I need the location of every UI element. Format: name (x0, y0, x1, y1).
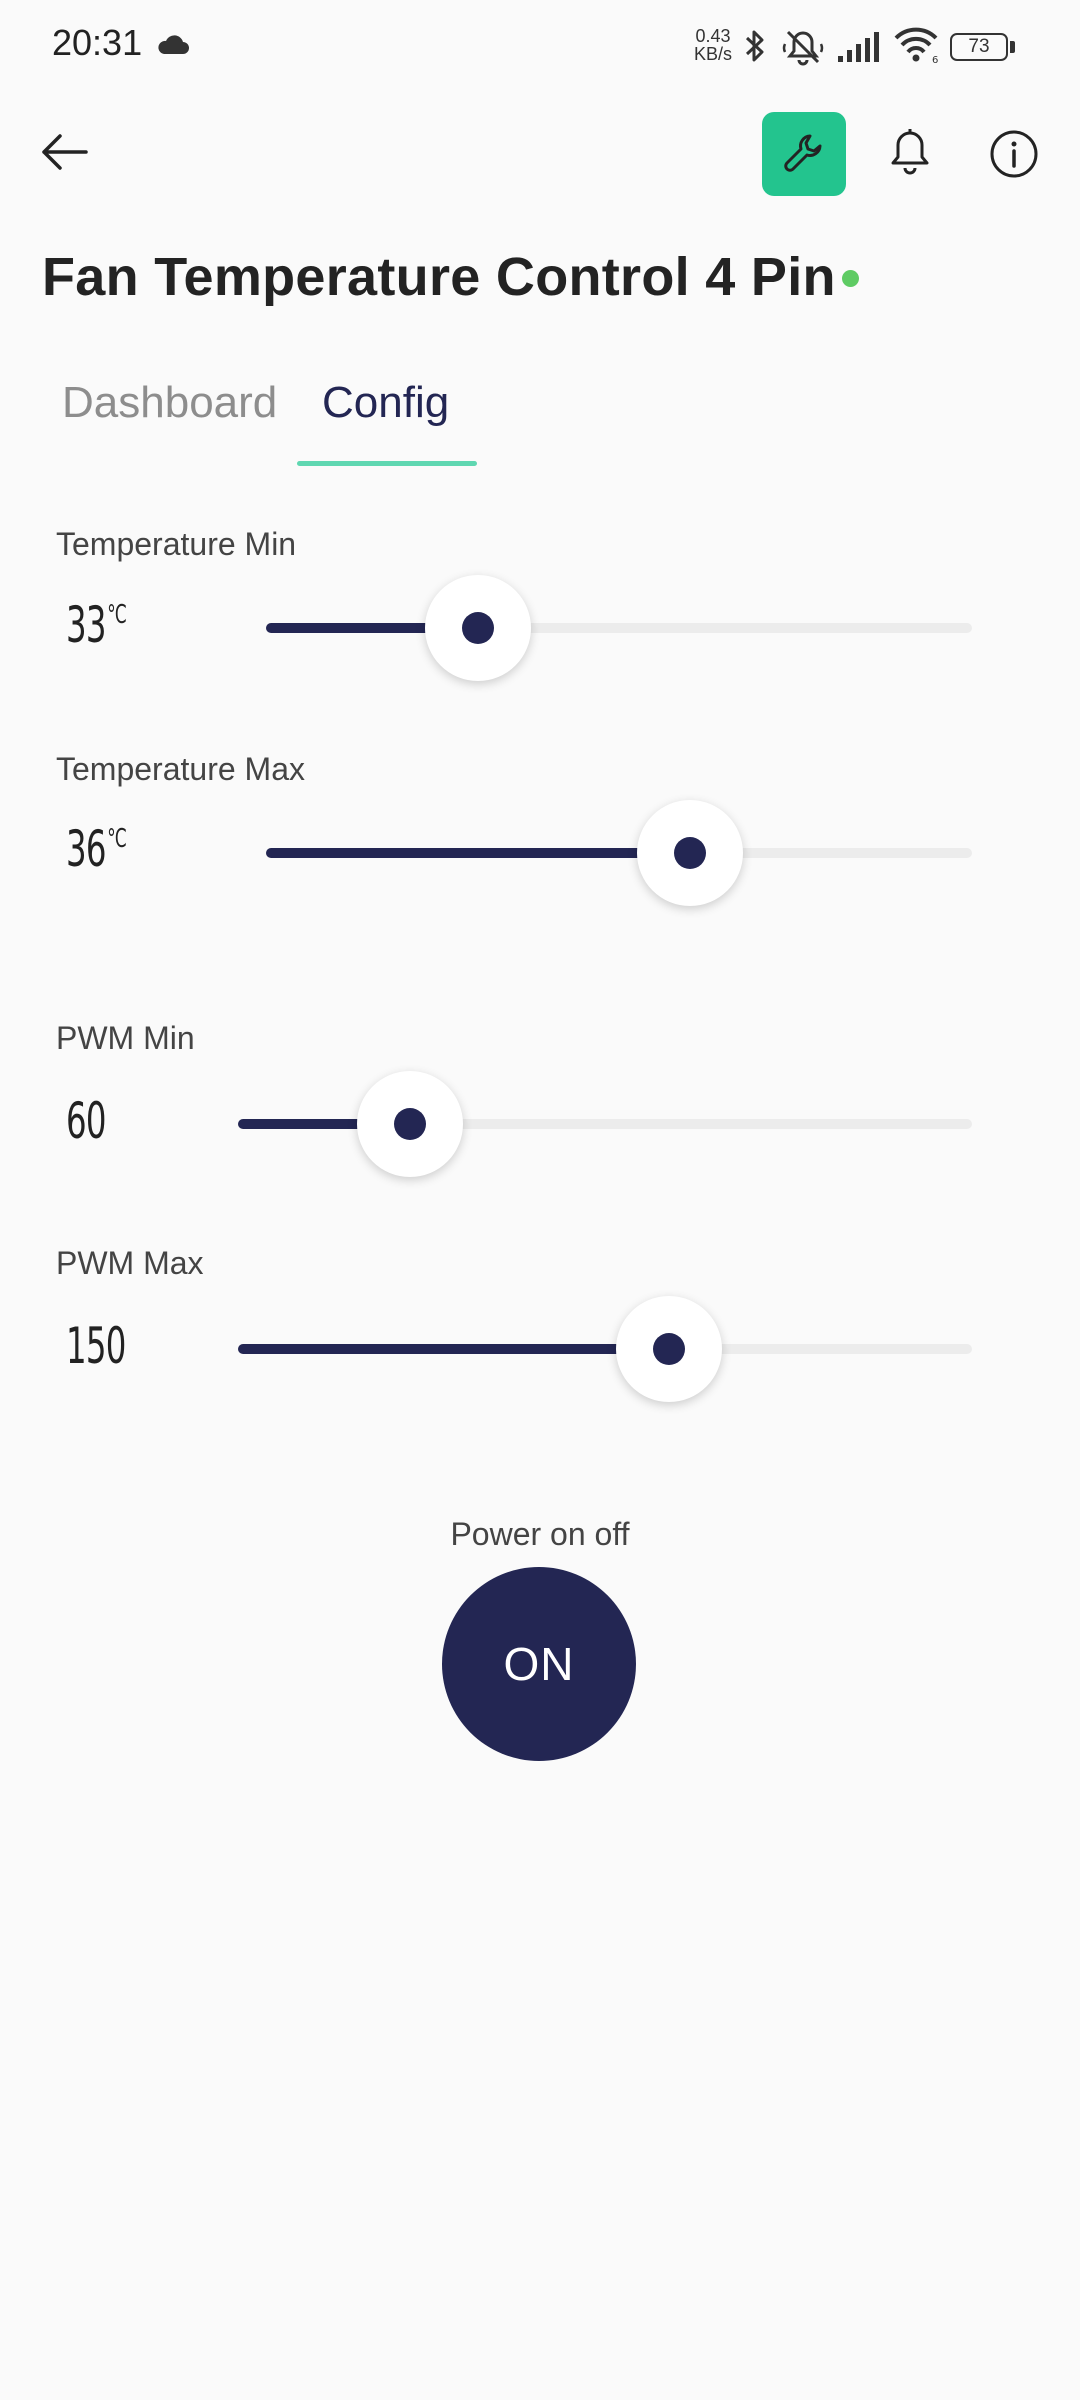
bell-icon (891, 129, 929, 175)
slider-thumb[interactable] (357, 1071, 464, 1177)
page-title: Fan Temperature Control 4 Pin (42, 247, 836, 307)
slider-thumb-dot (673, 837, 706, 869)
slider-thumb-dot (394, 1108, 427, 1140)
temperature-min-slider[interactable] (266, 575, 972, 681)
battery-icon: 73 (950, 33, 1008, 61)
slider-thumb[interactable] (615, 1296, 722, 1402)
battery-tip (1010, 41, 1015, 53)
slider-thumb[interactable] (424, 575, 531, 681)
signal-icon (836, 30, 880, 69)
slider-thumb-dot (652, 1333, 685, 1365)
battery-level: 73 (968, 36, 990, 57)
pwm-min-slider[interactable] (238, 1071, 972, 1177)
info-icon (990, 130, 1038, 178)
svg-text:6: 6 (932, 55, 938, 64)
active-tab-indicator (297, 461, 477, 466)
temperature-max-label: Temperature Max (56, 751, 305, 787)
temperature-min-value: 33°C (66, 596, 127, 654)
pwm-max-slider[interactable] (238, 1296, 972, 1402)
pwm-max-value: 150 (66, 1317, 126, 1375)
mute-icon (782, 28, 824, 71)
slider-thumb[interactable] (636, 800, 743, 906)
pwm-max-label: PWM Max (56, 1245, 204, 1281)
back-button[interactable] (36, 122, 96, 182)
slider-thumb-dot (461, 612, 494, 644)
power-label: Power on off (450, 1516, 630, 1552)
bluetooth-icon (742, 28, 768, 69)
online-status-dot (842, 270, 859, 287)
notifications-button[interactable] (880, 122, 940, 182)
temperature-min-label: Temperature Min (56, 526, 297, 562)
slider-fill (266, 848, 690, 858)
tab-dashboard[interactable]: Dashboard (62, 378, 277, 428)
status-time: 20:31 (52, 22, 143, 63)
wrench-icon (784, 134, 822, 172)
device-settings-button[interactable] (762, 112, 846, 196)
pwm-min-value: 60 (66, 1092, 106, 1150)
power-toggle-button[interactable]: ON (442, 1567, 636, 1761)
status-bar: 20:31 0.43 KB/s 6 73 (0, 0, 1080, 92)
temperature-max-slider[interactable] (266, 800, 972, 906)
wifi-icon: 6 (892, 26, 940, 69)
info-button[interactable] (982, 122, 1046, 186)
tab-config[interactable]: Config (322, 378, 449, 428)
cloud-icon (156, 34, 190, 61)
net-speed: 0.43 KB/s (693, 26, 732, 64)
temperature-max-value: 36°C (66, 820, 127, 878)
slider-fill (238, 1344, 669, 1354)
back-arrow-icon (42, 134, 88, 170)
pwm-min-label: PWM Min (56, 1020, 195, 1056)
